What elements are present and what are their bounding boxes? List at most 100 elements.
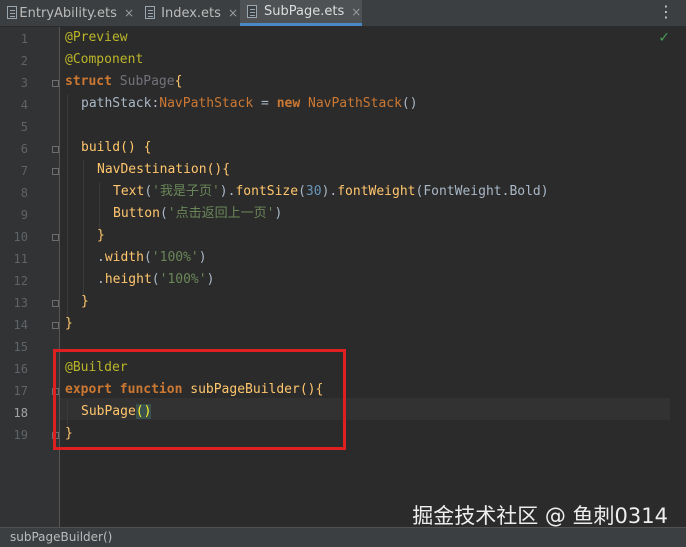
- editor-tab-bar: EntryAbility.ets × Index.ets × SubPage.e…: [0, 0, 686, 27]
- code-token: 30: [305, 184, 322, 199]
- code-line-10: }: [97, 225, 105, 247]
- code-token: .: [97, 272, 105, 287]
- code-line-4: pathStack:NavPathStack = new NavPathStac…: [81, 93, 418, 115]
- line-number: 11: [13, 252, 28, 266]
- fold-marker-icon[interactable]: [52, 168, 59, 175]
- fold-marker-icon[interactable]: [52, 322, 59, 329]
- code-token: Text: [113, 184, 145, 199]
- code-line-7: NavDestination(){: [97, 159, 230, 181]
- line-number: 1: [20, 32, 28, 46]
- code-token: ): [274, 206, 283, 221]
- line-number: 2: [20, 54, 28, 68]
- code-line-6: build() {: [81, 137, 151, 159]
- code-token: }: [65, 316, 73, 331]
- ets-file-icon: [144, 6, 155, 20]
- code-token: SubPage: [119, 74, 175, 89]
- fold-marker-icon[interactable]: [52, 300, 59, 307]
- code-token: '100%': [151, 250, 199, 265]
- code-token: (: [298, 184, 306, 199]
- code-token: =: [253, 96, 277, 111]
- code-token: FontWeight: [423, 184, 502, 199]
- tab-subpage[interactable]: SubPage.ets ×: [240, 0, 362, 26]
- code-token: (: [143, 250, 152, 265]
- code-editor[interactable]: @Preview @Component struct SubPage{ path…: [60, 27, 686, 527]
- code-token: @Component: [65, 52, 144, 67]
- code-token: ).: [321, 184, 338, 199]
- tab-label: Index.ets: [161, 5, 221, 21]
- line-number: 3: [20, 76, 28, 90]
- more-options-icon[interactable]: ⋮: [658, 3, 674, 21]
- line-number: 17: [13, 384, 28, 398]
- code-token: (): [401, 96, 418, 111]
- code-token: ).: [219, 184, 236, 199]
- tab-index[interactable]: Index.ets ×: [138, 0, 238, 26]
- code-token: (: [144, 184, 153, 199]
- code-token: () {: [120, 140, 152, 155]
- code-token: build: [81, 140, 121, 155]
- watermark: 掘金技术社区 @ 鱼刺0314: [412, 504, 668, 528]
- code-token: ): [198, 250, 207, 265]
- highlight-box: [53, 349, 346, 450]
- code-token: NavPathStack: [308, 96, 402, 111]
- code-token: }: [81, 294, 89, 309]
- ets-file-icon: [6, 6, 17, 20]
- code-token: '我是子页': [152, 184, 220, 199]
- code-token: .: [97, 250, 105, 265]
- code-token: struct: [65, 74, 112, 89]
- line-number: 7: [20, 164, 28, 178]
- line-number-current: 18: [13, 406, 28, 420]
- code-token: fontSize: [235, 184, 299, 199]
- code-token: (){: [206, 162, 231, 177]
- code-token: new: [276, 96, 301, 111]
- line-number: 16: [13, 362, 28, 376]
- close-icon[interactable]: ×: [351, 5, 361, 19]
- code-line-13: }: [81, 291, 89, 313]
- status-bar: subPageBuilder(): [0, 527, 686, 547]
- line-number: 19: [13, 428, 28, 442]
- fold-marker-icon[interactable]: [52, 146, 59, 153]
- code-token: height: [104, 272, 152, 287]
- code-line-14: }: [65, 313, 73, 335]
- code-line-9: Button('点击返回上一页'): [113, 203, 282, 225]
- fold-marker-icon[interactable]: [52, 80, 59, 87]
- line-number: 4: [20, 98, 28, 112]
- tab-entryability[interactable]: EntryAbility.ets ×: [0, 0, 134, 26]
- line-number: 13: [13, 296, 28, 310]
- code-token: fontWeight: [337, 184, 416, 199]
- code-line-11: .width('100%'): [97, 247, 207, 269]
- code-token: pathStack: [81, 96, 152, 111]
- code-token: '点击返回上一页': [167, 206, 275, 221]
- close-icon[interactable]: ×: [124, 6, 134, 20]
- code-token: Bold: [509, 184, 541, 199]
- code-token: }: [97, 228, 105, 243]
- code-token: NavPathStack: [159, 96, 254, 111]
- code-token: ): [540, 184, 549, 199]
- line-number: 10: [13, 230, 28, 244]
- tab-label: SubPage.ets: [264, 4, 345, 19]
- ets-file-icon: [246, 4, 258, 19]
- breadcrumb[interactable]: subPageBuilder(): [10, 530, 112, 544]
- tab-label: EntryAbility.ets: [19, 5, 117, 21]
- code-line-1: @Preview: [65, 27, 128, 49]
- code-token: width: [104, 250, 144, 265]
- close-icon[interactable]: ×: [228, 6, 238, 20]
- line-number: 6: [20, 142, 28, 156]
- line-number: 12: [13, 274, 28, 288]
- code-token: Button: [113, 206, 160, 221]
- inspection-ok-icon[interactable]: ✓: [658, 30, 670, 46]
- code-line-12: .height('100%'): [97, 269, 214, 291]
- code-line-2: @Component: [65, 49, 143, 71]
- code-token: @Preview: [65, 30, 128, 45]
- line-number: 8: [20, 186, 28, 200]
- code-token: ): [206, 272, 215, 287]
- code-token: '100%': [159, 272, 207, 287]
- fold-marker-icon[interactable]: [52, 234, 59, 241]
- code-line-3: struct SubPage{: [65, 71, 182, 93]
- line-number: 14: [13, 318, 28, 332]
- code-token: NavDestination: [97, 162, 207, 177]
- line-number: 9: [20, 208, 28, 222]
- line-number: 5: [20, 120, 28, 134]
- code-token: {: [174, 74, 183, 89]
- line-number: 15: [13, 340, 28, 354]
- code-line-8: Text('我是子页').fontSize(30).fontWeight(Fon…: [113, 181, 549, 203]
